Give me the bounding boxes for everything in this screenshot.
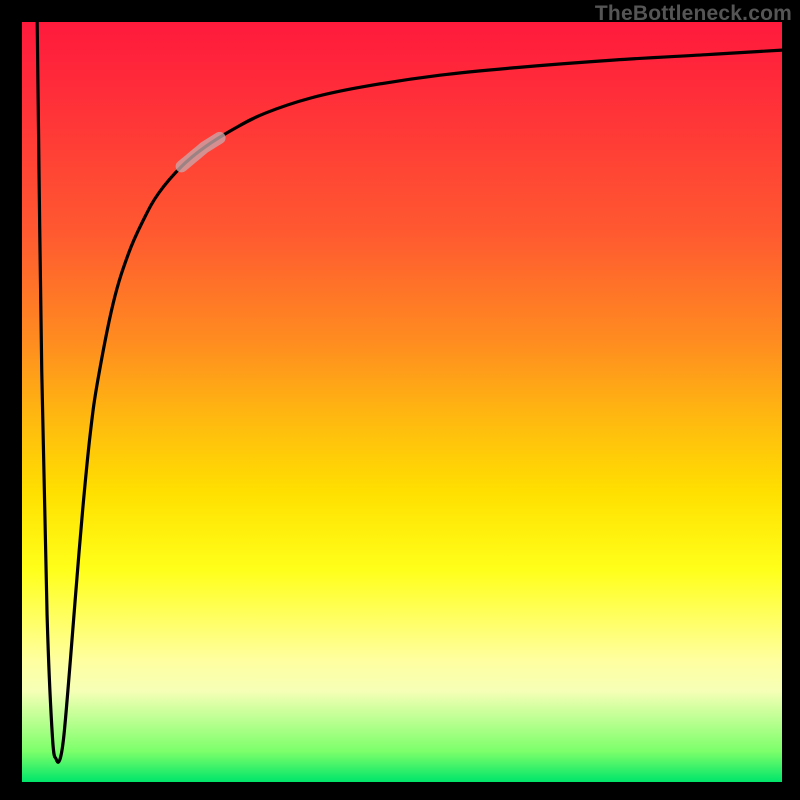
curve-path xyxy=(37,22,782,762)
curve-highlight xyxy=(182,138,220,167)
chart-frame: TheBottleneck.com xyxy=(0,0,800,800)
bottleneck-curve xyxy=(22,22,782,782)
